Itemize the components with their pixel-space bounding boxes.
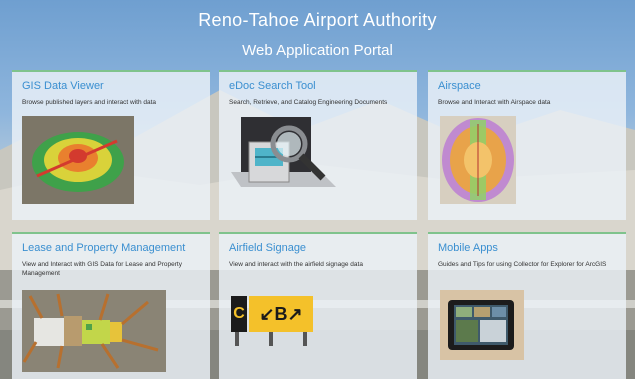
app-card-gis-data-viewer[interactable]: GIS Data Viewer Browse published layers … bbox=[12, 70, 210, 220]
page-subtitle: Web Application Portal bbox=[242, 42, 393, 59]
card-description: Browse and Interact with Airspace data bbox=[438, 99, 551, 106]
card-description: Browse published layers and interact wit… bbox=[22, 99, 157, 106]
card-title[interactable]: Airspace bbox=[438, 80, 616, 92]
airspace-map-icon[interactable] bbox=[440, 116, 516, 204]
app-card-airfield-signage[interactable]: Airfield Signage View and interact with … bbox=[219, 232, 417, 379]
card-title[interactable]: GIS Data Viewer bbox=[22, 80, 200, 92]
card-description: View and interact with the airfield sign… bbox=[229, 261, 363, 268]
property-map-icon[interactable] bbox=[22, 290, 166, 372]
taxiway-sign-right: ↙B↗ bbox=[249, 296, 313, 332]
card-title[interactable]: eDoc Search Tool bbox=[229, 80, 407, 92]
gis-heatmap-icon[interactable] bbox=[22, 116, 134, 204]
app-card-lease-property[interactable]: Lease and Property Management View and I… bbox=[12, 232, 210, 379]
card-title[interactable]: Mobile Apps bbox=[438, 242, 616, 254]
app-card-airspace[interactable]: Airspace Browse and Interact with Airspa… bbox=[428, 70, 626, 220]
document-search-icon[interactable] bbox=[231, 112, 341, 202]
portal-header: Reno-Tahoe Airport Authority Web Applica… bbox=[0, 0, 635, 70]
card-title[interactable]: Airfield Signage bbox=[229, 242, 407, 254]
app-card-edoc-search-tool[interactable]: eDoc Search Tool Search, Retrieve, and C… bbox=[219, 70, 417, 220]
tablet-icon[interactable] bbox=[440, 290, 524, 360]
card-description: Search, Retrieve, and Catalog Engineerin… bbox=[229, 99, 388, 106]
app-card-mobile-apps[interactable]: Mobile Apps Guides and Tips for using Co… bbox=[428, 232, 626, 379]
card-title[interactable]: Lease and Property Management bbox=[22, 242, 200, 254]
card-description: View and Interact with GIS Data for Leas… bbox=[22, 261, 182, 277]
card-description: Guides and Tips for using Collector for … bbox=[438, 261, 607, 268]
taxiway-sign-left: C bbox=[231, 296, 247, 332]
page-title: Reno-Tahoe Airport Authority bbox=[198, 10, 437, 30]
airfield-sign-icon[interactable]: C ↙B↗ bbox=[229, 288, 321, 356]
